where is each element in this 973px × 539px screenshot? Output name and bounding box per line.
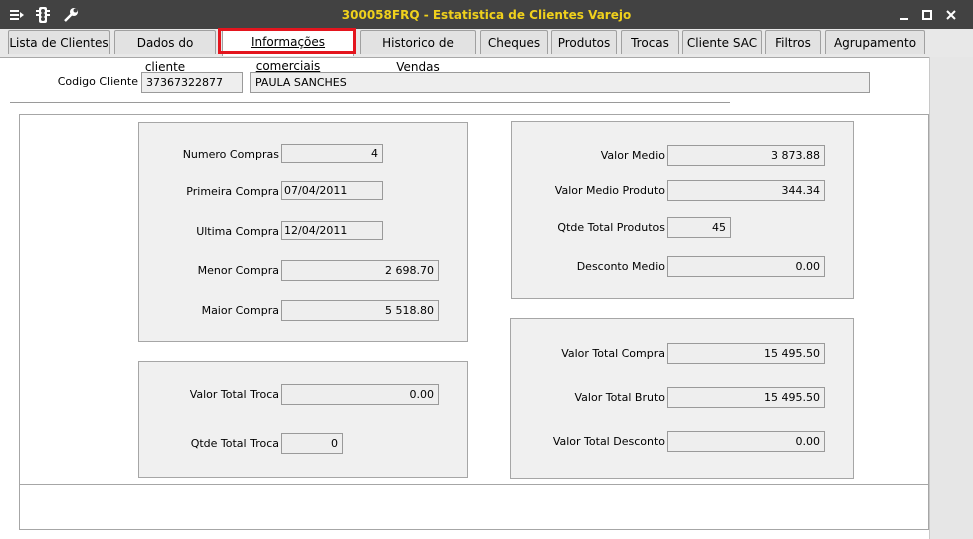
- valor-total-bruto-label: Valor Total Bruto: [574, 391, 666, 404]
- valor-total-desconto-label: Valor Total Desconto: [552, 435, 665, 448]
- menor-compra-label: Menor Compra: [197, 264, 279, 277]
- right-gutter: [929, 57, 973, 539]
- valor-total-compra-field[interactable]: 15 495.50: [667, 343, 825, 364]
- valor-total-troca-field[interactable]: 0.00: [281, 384, 439, 405]
- header-divider: [10, 102, 730, 103]
- bottom-frame: [19, 484, 929, 530]
- codigo-cliente-label: Codigo Cliente: [57, 75, 138, 88]
- tab-dados-do-cliente[interactable]: Dados do cliente: [114, 30, 216, 74]
- primeira-compra-label: Primeira Compra: [186, 185, 279, 198]
- close-icon[interactable]: [942, 6, 960, 24]
- trocas-panel: [138, 361, 468, 478]
- tab-agrupamento[interactable]: Agrupamento: [825, 30, 925, 54]
- valor-medio-produto-label: Valor Medio Produto: [554, 184, 665, 197]
- main-window: 300058FRQ - Estatistica de Clientes Vare…: [0, 0, 973, 539]
- tab-lista-de-clientes[interactable]: Lista de Clientes: [8, 30, 110, 54]
- valor-total-troca-label: Valor Total Troca: [189, 388, 279, 401]
- valor-medio-label: Valor Medio: [600, 149, 665, 162]
- valor-total-desconto-field[interactable]: 0.00: [667, 431, 825, 452]
- ultima-compra-label: Ultima Compra: [196, 225, 279, 238]
- maximize-icon[interactable]: [918, 6, 936, 24]
- tab-bar: Lista de Clientes Dados do cliente Infor…: [0, 29, 973, 74]
- window-title: 300058FRQ - Estatistica de Clientes Vare…: [341, 8, 632, 22]
- qtde-total-troca-label: Qtde Total Troca: [190, 437, 279, 450]
- tab-historico-de-vendas[interactable]: Historico de Vendas: [360, 30, 476, 74]
- tab-cheques[interactable]: Cheques: [480, 30, 548, 54]
- qtde-total-troca-field[interactable]: 0: [281, 433, 343, 454]
- valor-medio-field[interactable]: 3 873.88: [667, 145, 825, 166]
- valor-total-bruto-field[interactable]: 15 495.50: [667, 387, 825, 408]
- tab-produtos[interactable]: Produtos: [551, 30, 617, 54]
- desconto-medio-label: Desconto Medio: [576, 260, 665, 273]
- primeira-compra-field[interactable]: 07/04/2011: [281, 181, 383, 200]
- maior-compra-field[interactable]: 5 518.80: [281, 300, 439, 321]
- numero-compras-label: Numero Compras: [182, 148, 279, 161]
- maior-compra-label: Maior Compra: [201, 304, 279, 317]
- desconto-medio-field[interactable]: 0.00: [667, 256, 825, 277]
- menor-compra-field[interactable]: 2 698.70: [281, 260, 439, 281]
- codigo-cliente-field[interactable]: 37367322877: [141, 72, 243, 93]
- valor-total-compra-label: Valor Total Compra: [561, 347, 665, 360]
- tab-trocas[interactable]: Trocas: [621, 30, 679, 54]
- valor-medio-produto-field[interactable]: 344.34: [667, 180, 825, 201]
- numero-compras-field[interactable]: 4: [281, 144, 383, 163]
- tab-informacoes-comerciais[interactable]: Informações comerciais: [222, 29, 354, 73]
- nome-cliente-field[interactable]: PAULA SANCHES: [250, 72, 870, 93]
- ultima-compra-field[interactable]: 12/04/2011: [281, 221, 383, 240]
- tab-filtros[interactable]: Filtros: [765, 30, 821, 54]
- title-bar: 300058FRQ - Estatistica de Clientes Vare…: [0, 0, 973, 30]
- minimize-icon[interactable]: [895, 6, 913, 24]
- tab-cliente-sac[interactable]: Cliente SAC: [682, 30, 762, 54]
- qtde-total-produtos-label: Qtde Total Produtos: [557, 221, 665, 234]
- qtde-total-produtos-field[interactable]: 45: [667, 217, 731, 238]
